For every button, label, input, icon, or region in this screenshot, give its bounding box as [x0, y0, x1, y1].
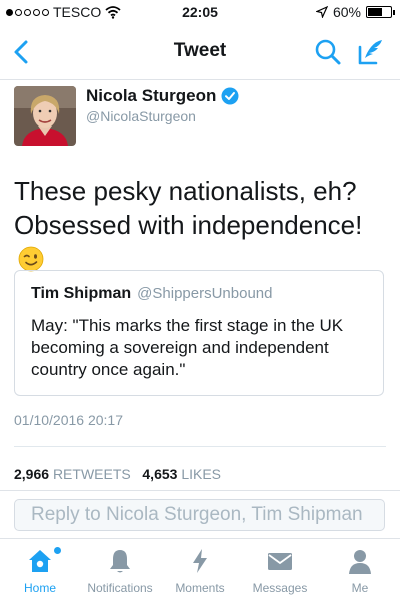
person-icon [349, 550, 371, 574]
tab-notifications[interactable]: Notifications [80, 539, 160, 600]
winking-face-emoji-icon [18, 246, 44, 272]
like-count: 4,653 [142, 466, 178, 482]
retweets-stat[interactable]: 2,966 RETWEETS [14, 466, 131, 482]
compose-tweet-icon[interactable] [356, 37, 386, 67]
likes-stat[interactable]: 4,653 LIKES [142, 466, 221, 482]
quoted-author-handle: @ShippersUnbound [137, 285, 273, 302]
search-icon[interactable] [314, 38, 342, 66]
tab-label: Me [351, 581, 369, 595]
quoted-tweet-text: May: "This marks the first stage in the … [31, 316, 344, 379]
tweet-text: These pesky nationalists, eh? Obsessed w… [14, 174, 390, 276]
battery-percentage: 60% [332, 4, 361, 20]
lightning-icon [193, 549, 207, 573]
new-content-dot [54, 547, 61, 554]
verified-badge-icon [221, 87, 239, 105]
tab-home[interactable]: Home [0, 539, 80, 600]
tab-bar: Home Notifications Moments Messages Me [0, 538, 400, 600]
location-arrow-icon [315, 6, 328, 18]
author-name[interactable]: Nicola Sturgeon [86, 86, 239, 106]
status-bar: TESCO 22:05 60% [0, 0, 400, 24]
navigation-bar: Tweet [0, 24, 400, 80]
author-name-text: Nicola Sturgeon [86, 86, 217, 105]
retweet-label: RETWEETS [52, 466, 131, 482]
bell-icon [110, 550, 130, 573]
divider [14, 446, 386, 447]
reply-input[interactable] [14, 499, 385, 531]
tweet-timestamp: 01/10/2016 20:17 [14, 412, 123, 428]
home-icon [29, 550, 51, 572]
retweet-count: 2,966 [14, 466, 50, 482]
tweet-stats: 2,966 RETWEETS 4,653 LIKES [14, 466, 221, 482]
quoted-tweet-card[interactable]: Tim Shipman @ShippersUnbound May: "This m… [14, 270, 384, 396]
status-right: 60% [315, 4, 395, 20]
reply-bar [0, 490, 400, 538]
tab-messages[interactable]: Messages [240, 539, 320, 600]
author-handle[interactable]: @NicolaSturgeon [86, 108, 196, 124]
like-label: LIKES [181, 466, 222, 482]
quoted-tweet-author: Tim Shipman @ShippersUnbound [31, 285, 273, 303]
tab-moments[interactable]: Moments [160, 539, 240, 600]
envelope-icon [268, 553, 292, 570]
tab-me[interactable]: Me [320, 539, 400, 600]
author-avatar[interactable] [14, 86, 76, 146]
quoted-author-name: Tim Shipman [31, 285, 132, 302]
tweet-text-content: These pesky nationalists, eh? Obsessed w… [14, 176, 363, 240]
battery-icon [366, 6, 395, 18]
